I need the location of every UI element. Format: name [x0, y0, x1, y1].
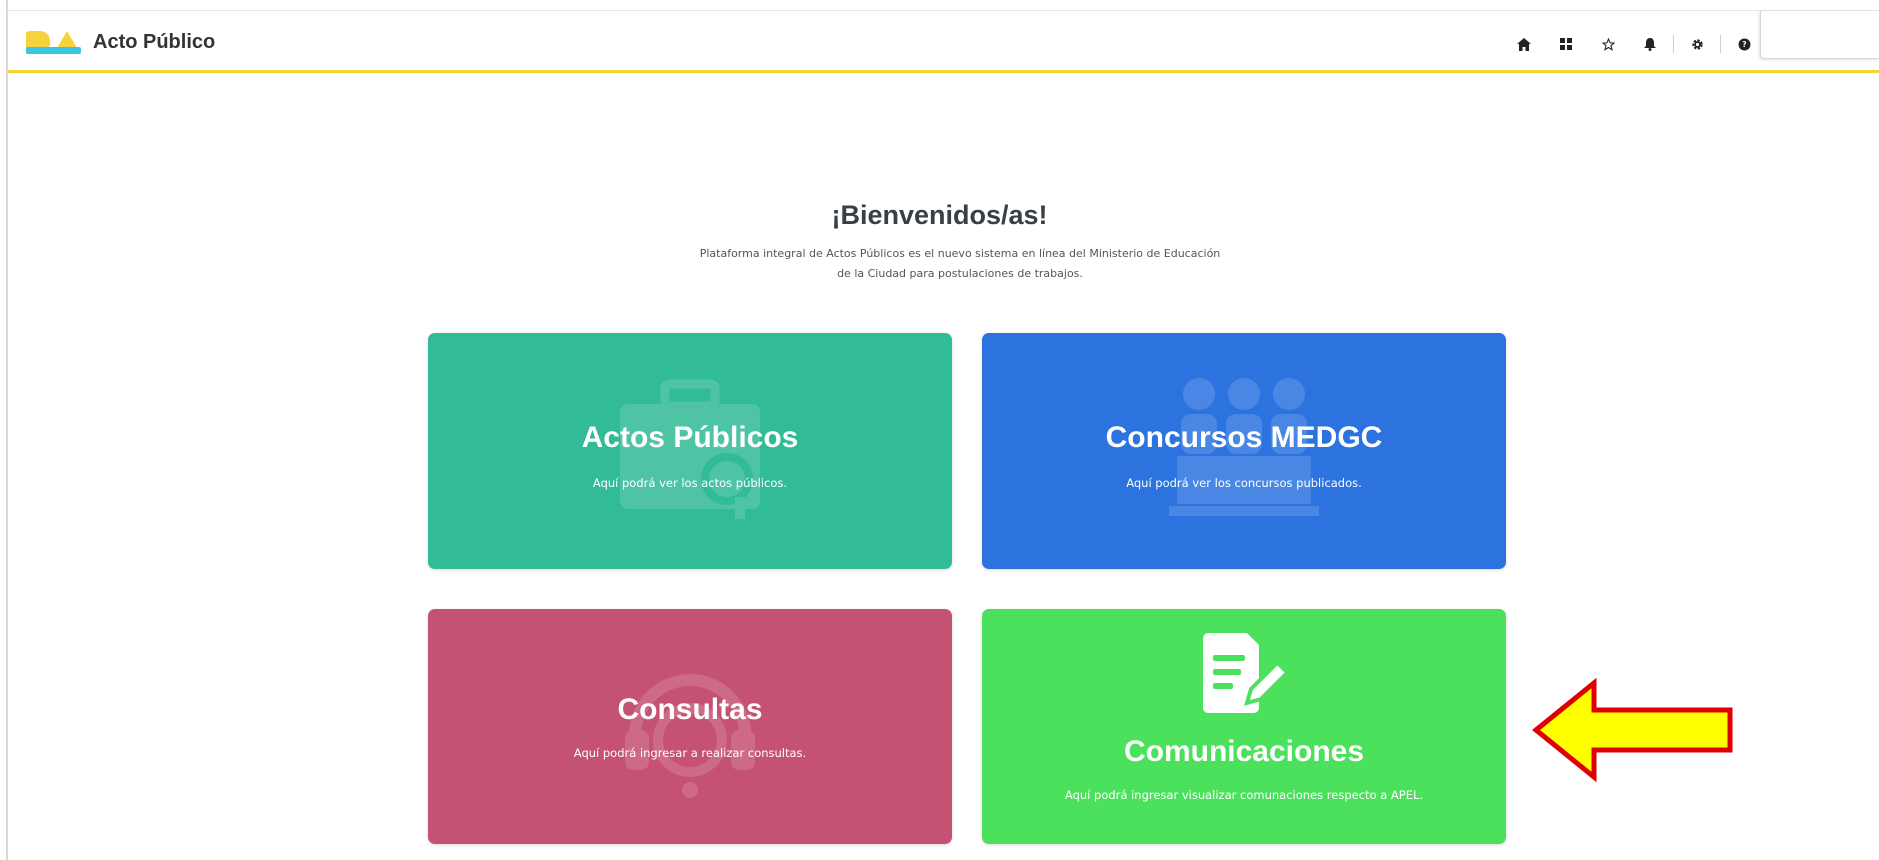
yellow-arrow-left-icon [1530, 677, 1736, 787]
welcome-description: Plataforma integral de Actos Públicos es… [660, 244, 1260, 284]
svg-text:?: ? [1742, 40, 1746, 49]
header-toolbar: ? [1503, 31, 1765, 57]
toolbar-divider [1673, 35, 1674, 53]
user-menu-box[interactable] [1760, 11, 1879, 59]
card-consultas[interactable]: Consultas Aquí podrá ingresar a realizar… [428, 609, 952, 844]
brand[interactable]: Acto Público [26, 27, 215, 57]
home-icon[interactable] [1511, 31, 1537, 57]
welcome-title: ¡Bienvenidos/as! [831, 200, 1048, 230]
card-title: Consultas [617, 693, 763, 726]
card-title: Concursos MEDGC [1105, 421, 1383, 454]
card-actos-publicos[interactable]: Actos Públicos Aquí podrá ver los actos … [428, 333, 952, 569]
card-title: Actos Públicos [581, 421, 799, 454]
toolbar-divider [1720, 35, 1721, 53]
card-comunicaciones[interactable]: Comunicaciones Aquí podrá ingresar visua… [982, 609, 1506, 844]
card-description: Aquí podrá ingresar a realizar consultas… [573, 746, 807, 760]
help-icon[interactable]: ? [1731, 31, 1757, 57]
card-concursos-medgc[interactable]: Concursos MEDGC Aquí podrá ver los concu… [982, 333, 1506, 569]
bell-icon[interactable] [1637, 31, 1663, 57]
card-title: Comunicaciones [1123, 735, 1365, 768]
document-edit-icon [1201, 633, 1293, 719]
ba-logo [26, 27, 81, 57]
card-description: Aquí podrá ingresar visualizar comunacio… [1064, 788, 1424, 802]
card-description: Aquí podrá ver los concursos publicados. [1126, 476, 1362, 490]
app-title: Acto Público [93, 30, 216, 53]
welcome-line-1: Plataforma integral de Actos Públicos es… [699, 247, 1221, 260]
gear-icon[interactable] [1684, 31, 1710, 57]
apps-grid-icon[interactable] [1553, 31, 1579, 57]
top-header: Acto Público ? [8, 11, 1879, 73]
star-icon[interactable] [1595, 31, 1621, 57]
welcome-line-2: de la Ciudad para postulaciones de traba… [837, 267, 1083, 280]
card-description: Aquí podrá ver los actos públicos. [592, 476, 788, 490]
window-left-edge [6, 0, 8, 860]
